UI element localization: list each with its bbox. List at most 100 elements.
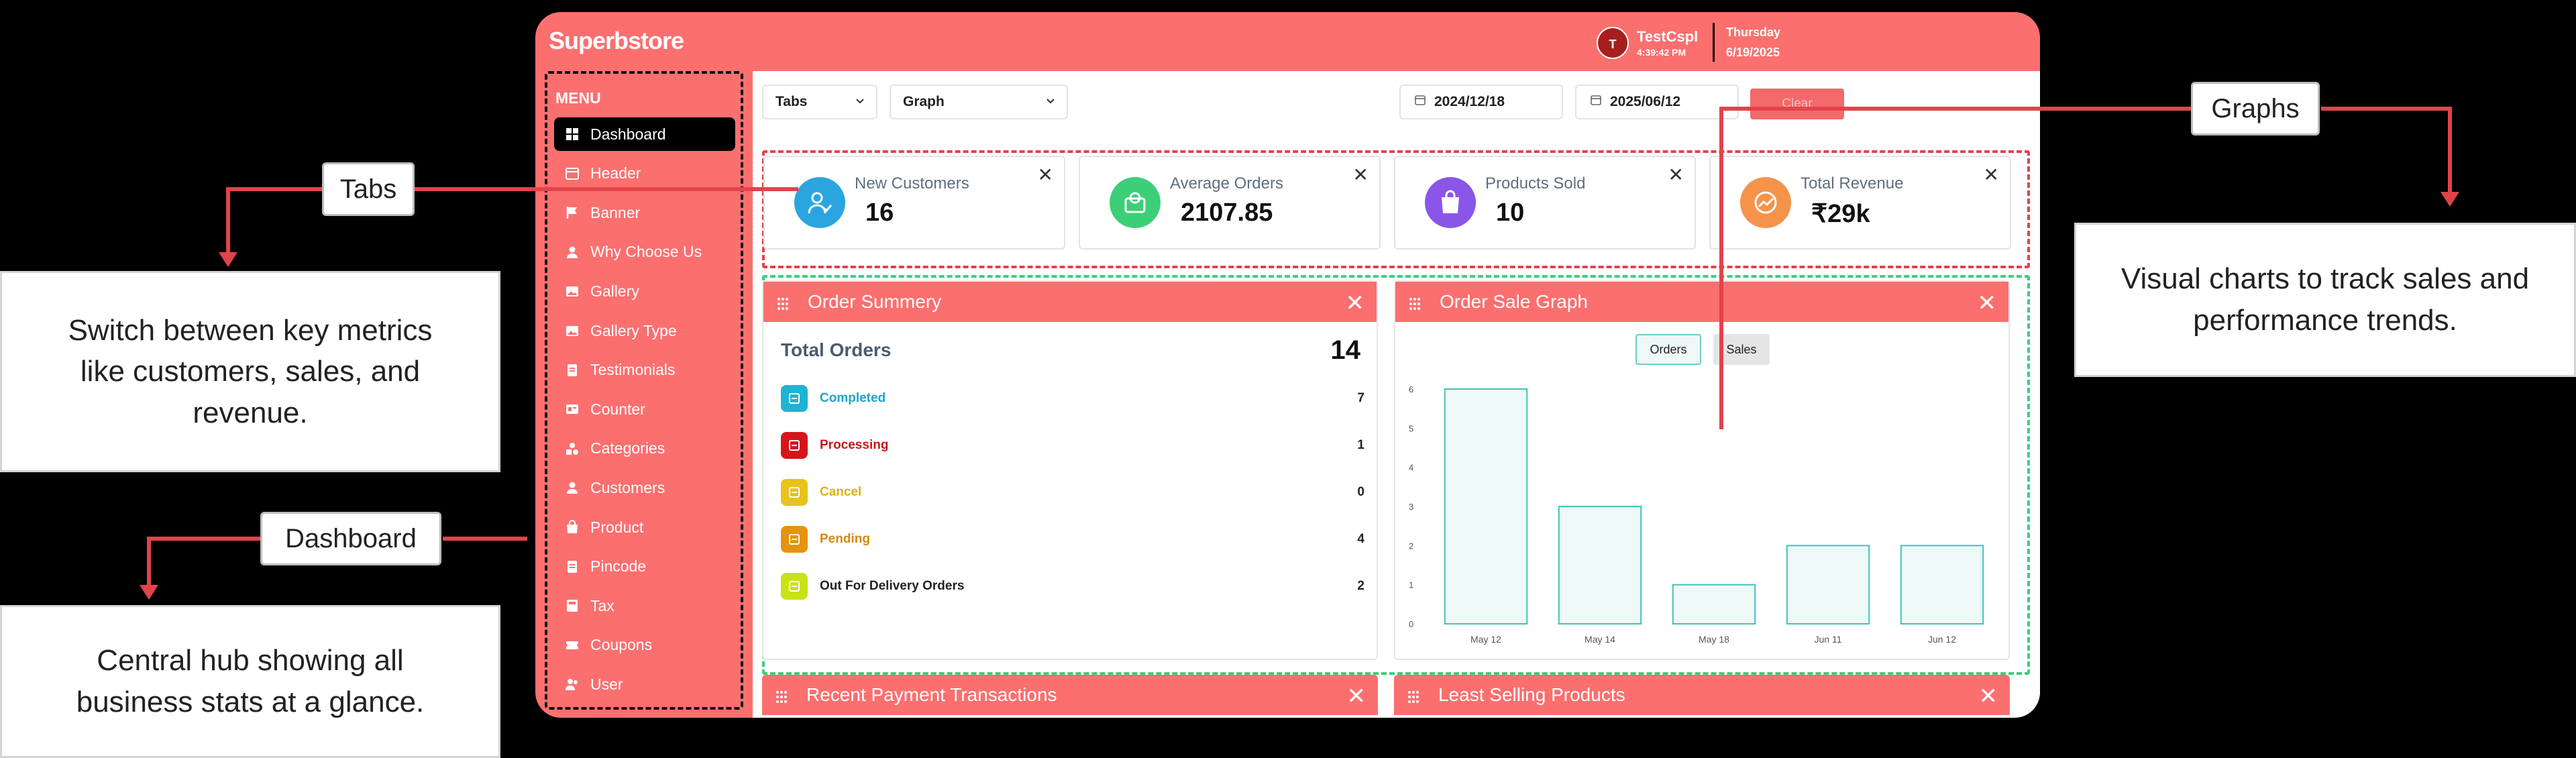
graph-select-value: Graph <box>903 94 945 109</box>
sidebar-item-customers[interactable]: Customers <box>554 471 735 504</box>
top-bar: Superbstore T TestCspl 4:39:42 PM Thursd… <box>535 12 2040 72</box>
sidebar-item-gallery-type[interactable]: Gallery Type <box>554 314 735 347</box>
orders-tab[interactable]: Orders <box>1635 334 1701 365</box>
status-icon <box>781 432 808 459</box>
status-label: Completed <box>820 391 886 405</box>
bar[interactable] <box>1444 388 1528 625</box>
grid-icon <box>565 127 580 142</box>
start-date-input[interactable]: 2024/12/18 <box>1399 85 1563 119</box>
sidebar-item-label: Testimonials <box>590 361 676 379</box>
close-icon[interactable]: ✕ <box>1347 683 1366 710</box>
sidebar-item-user[interactable]: User <box>554 667 735 701</box>
recent-payments-title: Recent Payment Transactions <box>806 684 1057 705</box>
sidebar-item-product[interactable]: Product <box>554 510 735 544</box>
order-status-row[interactable]: Processing 1 <box>781 431 1364 460</box>
drag-handle-icon[interactable] <box>774 688 789 703</box>
orders-icon <box>1110 177 1161 228</box>
bar[interactable] <box>1672 584 1756 625</box>
y-tick-label: 3 <box>1409 502 1413 512</box>
close-icon[interactable]: ✕ <box>1353 164 1368 186</box>
sales-tab[interactable]: Sales <box>1713 334 1770 365</box>
total-orders-value: 14 <box>1330 335 1361 365</box>
graph-select[interactable]: Graph <box>890 85 1068 119</box>
chevron-down-icon <box>1045 94 1056 110</box>
drag-handle-icon[interactable] <box>775 294 790 310</box>
order-status-row[interactable]: Pending 4 <box>781 525 1364 554</box>
end-date-input[interactable]: 2025/06/12 <box>1575 85 1739 119</box>
image-icon <box>565 323 580 338</box>
close-icon[interactable]: ✕ <box>1979 683 1998 710</box>
stat-card-average-orders[interactable]: Average Orders 2107.85 ✕ <box>1079 156 1381 250</box>
sidebar-item-label: Product <box>590 518 644 536</box>
sidebar-item-dashboard[interactable]: Dashboard <box>554 117 735 151</box>
sidebar-item-pincode[interactable]: Pincode <box>554 550 735 584</box>
total-orders-label: Total Orders <box>781 339 892 360</box>
close-icon[interactable]: ✕ <box>1038 164 1053 186</box>
sidebar-item-label: Counter <box>590 400 645 418</box>
sidebar-item-label: Banner <box>590 203 641 221</box>
person-icon <box>565 245 580 260</box>
avatar[interactable]: T <box>1597 27 1629 59</box>
layout-icon <box>565 166 580 181</box>
y-tick-label: 1 <box>1409 580 1413 590</box>
sidebar-item-label: Why Choose Us <box>590 243 702 261</box>
bar[interactable] <box>1900 545 1984 625</box>
close-icon[interactable]: ✕ <box>1984 164 1999 186</box>
user-name[interactable]: TestCspl <box>1637 28 1698 46</box>
stat-card-products-sold[interactable]: Products Sold 10 ✕ <box>1394 156 1696 250</box>
brand-logo[interactable]: Superbstore <box>549 27 684 55</box>
bar[interactable] <box>1786 545 1870 625</box>
stat-card-new-customers[interactable]: New Customers 16 ✕ <box>763 156 1065 250</box>
order-summary-title: Order Summery <box>808 291 942 312</box>
x-tick-label: May 18 <box>1699 634 1729 645</box>
close-icon[interactable]: ✕ <box>1346 290 1365 317</box>
tabs-select[interactable]: Tabs <box>762 85 877 119</box>
drag-handle-icon[interactable] <box>1407 294 1422 310</box>
tabs-select-value: Tabs <box>775 94 808 109</box>
recent-payments-panel: Recent Payment Transactions ✕ <box>762 675 1378 718</box>
drag-handle-icon[interactable] <box>1406 688 1421 703</box>
tabs-arrow <box>226 187 322 255</box>
coupon-icon <box>565 638 580 653</box>
sidebar-item-label: Gallery <box>590 282 639 300</box>
sidebar-item-label: Header <box>590 164 641 182</box>
document-icon <box>565 559 580 574</box>
sidebar-item-label: Dashboard <box>590 125 666 143</box>
sidebar-item-testimonials[interactable]: Testimonials <box>554 354 735 387</box>
sidebar-item-gallery[interactable]: Gallery <box>554 274 735 308</box>
shapes-icon <box>565 441 580 456</box>
sidebar-item-why-choose-us[interactable]: Why Choose Us <box>554 235 735 269</box>
order-summary-panel: Order Summery ✕ Total Orders 14 Complete… <box>762 280 1378 660</box>
order-status-row[interactable]: Cancel 0 <box>781 478 1364 507</box>
dashboard-callout-description: Central hub showing all business stats a… <box>0 605 500 758</box>
stat-value: ₹29k <box>1811 200 1870 228</box>
calendar-icon <box>1414 94 1434 110</box>
sidebar-item-label: Customers <box>590 478 665 496</box>
status-label: Pending <box>820 532 870 546</box>
order-status-row[interactable]: Completed 7 <box>781 384 1364 413</box>
counter-icon <box>565 402 580 417</box>
app-window: Superbstore T TestCspl 4:39:42 PM Thursd… <box>535 12 2040 718</box>
stat-label: Average Orders <box>1170 174 1283 193</box>
trend-icon <box>1740 177 1791 228</box>
sidebar-item-categories[interactable]: Categories <box>554 432 735 466</box>
close-icon[interactable]: ✕ <box>1978 290 1997 317</box>
sidebar-item-counter[interactable]: Counter <box>554 392 735 426</box>
calendar-icon <box>1590 94 1610 110</box>
divider <box>1713 23 1715 62</box>
sidebar-item-tax[interactable]: Tax <box>554 589 735 622</box>
sidebar-item-coupons[interactable]: Coupons <box>554 629 735 662</box>
stat-card-total-revenue[interactable]: Total Revenue ₹29k ✕ <box>1709 156 2011 250</box>
sidebar-item-header[interactable]: Header <box>554 157 735 191</box>
order-status-row[interactable]: Out For Delivery Orders 2 <box>781 572 1364 601</box>
status-icon <box>781 526 808 553</box>
arrow-head <box>2440 192 2459 207</box>
status-icon <box>781 479 808 506</box>
close-icon[interactable]: ✕ <box>1668 164 1684 186</box>
clear-button[interactable]: Clear <box>1750 89 1844 119</box>
bar[interactable] <box>1558 506 1642 625</box>
image-icon <box>565 284 580 299</box>
stat-label: New Customers <box>855 174 969 193</box>
dashboard-callout-label: Dashboard <box>260 512 441 565</box>
sidebar-item-banner[interactable]: Banner <box>554 196 735 229</box>
